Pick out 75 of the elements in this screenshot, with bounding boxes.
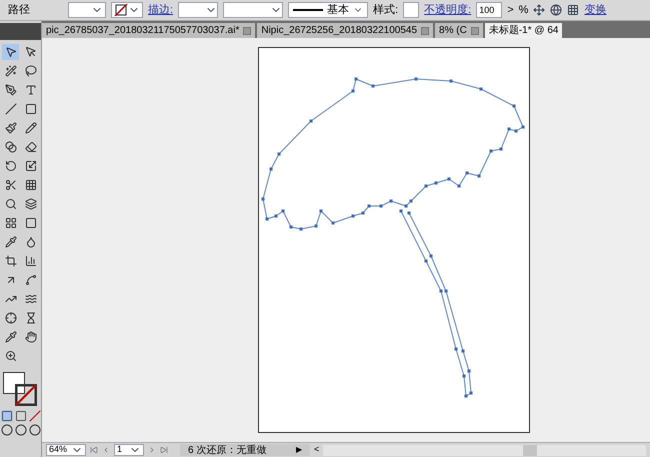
gradient-mode-icon[interactable] bbox=[14, 410, 26, 422]
status-menu-arrow[interactable]: ▶ bbox=[296, 444, 302, 456]
drop-icon bbox=[24, 236, 36, 248]
percent-label: % bbox=[518, 2, 528, 18]
draw-normal-icon[interactable] bbox=[0, 424, 12, 436]
fill-color-swatch[interactable] bbox=[2, 372, 24, 394]
style-field[interactable] bbox=[403, 2, 420, 18]
align-icon[interactable] bbox=[533, 4, 546, 16]
document-tab[interactable]: pic_26785037_20180321175057703037.ai* bbox=[42, 23, 256, 38]
no-stroke-icon bbox=[114, 4, 128, 16]
history-status-field[interactable]: 6 次还原：无重做 ▶ bbox=[180, 444, 310, 456]
stroke-weight-field[interactable] bbox=[178, 2, 218, 18]
selection-arrow-icon bbox=[4, 46, 16, 58]
zoom-icon bbox=[4, 350, 16, 362]
stroke-swatch[interactable] bbox=[111, 2, 143, 18]
previous-page-icon[interactable] bbox=[102, 446, 110, 454]
brush-icon bbox=[4, 122, 16, 134]
layers-icon bbox=[24, 198, 36, 210]
tab-label: pic_26785037_20180321175057703037.ai* bbox=[46, 24, 240, 38]
lasso-icon bbox=[24, 65, 36, 77]
brush-stroke-line-icon bbox=[293, 8, 324, 12]
hourglass-icon bbox=[24, 312, 36, 324]
line-icon bbox=[4, 103, 16, 115]
color-mode-icon[interactable] bbox=[0, 410, 12, 422]
object-type-label: 路径 bbox=[8, 2, 31, 18]
page-field[interactable]: 1 bbox=[114, 444, 144, 456]
tool-button[interactable] bbox=[2, 44, 19, 60]
opacity-link[interactable]: 不透明度: bbox=[424, 2, 472, 18]
crop-icon bbox=[4, 255, 16, 267]
grid-icon bbox=[4, 217, 16, 229]
wave-icon bbox=[24, 293, 36, 305]
opacity-field[interactable]: 100 bbox=[476, 2, 502, 18]
style-label: 样式: bbox=[373, 2, 398, 18]
zoom-field[interactable]: 64% bbox=[46, 444, 86, 456]
pen-icon bbox=[4, 84, 16, 96]
magnifier-icon bbox=[4, 198, 16, 210]
scissors-icon bbox=[4, 179, 16, 191]
variable-width-field[interactable] bbox=[223, 2, 284, 18]
zigzag-icon bbox=[4, 293, 16, 305]
eyedropper-icon bbox=[4, 236, 16, 248]
none-mode-icon[interactable] bbox=[28, 410, 40, 422]
pencil-icon bbox=[24, 122, 36, 134]
document-tab[interactable]: Nipic_26725256_20180322100545 bbox=[257, 23, 434, 38]
type-icon bbox=[24, 84, 36, 96]
brush-field[interactable]: 基本 bbox=[288, 2, 368, 18]
hand-icon bbox=[24, 331, 36, 343]
bar-chart-icon bbox=[24, 255, 36, 267]
tab-label: 8% (C bbox=[439, 24, 467, 38]
grid-icon[interactable] bbox=[567, 4, 580, 16]
stroke-link[interactable]: 描边: bbox=[148, 2, 174, 18]
history-status-text: 6 次还原：无重做 bbox=[188, 444, 266, 457]
dots-grid-icon bbox=[24, 179, 36, 191]
transform-link[interactable]: 变换 bbox=[584, 2, 606, 18]
opacity-arrow[interactable]: > bbox=[507, 2, 514, 18]
fill-swatch[interactable] bbox=[68, 2, 106, 18]
rectangle-icon bbox=[24, 103, 36, 115]
brush-label: 基本 bbox=[327, 2, 350, 18]
last-page-icon[interactable] bbox=[160, 446, 168, 454]
scale-icon bbox=[24, 160, 36, 172]
spline-icon bbox=[24, 274, 36, 286]
scroll-left-arrow[interactable]: < bbox=[314, 443, 320, 457]
crosshair-icon bbox=[4, 312, 16, 324]
first-page-icon[interactable] bbox=[90, 446, 98, 454]
tab-label: Nipic_26725256_20180322100545 bbox=[261, 24, 418, 38]
next-page-icon[interactable] bbox=[148, 446, 156, 454]
stroke-none-swatch[interactable] bbox=[14, 384, 36, 406]
draw-inside-icon[interactable] bbox=[28, 424, 40, 436]
eraser-icon bbox=[24, 141, 36, 153]
globe-icon[interactable] bbox=[550, 4, 562, 16]
document-tab[interactable]: 8% (C bbox=[435, 23, 483, 38]
magic-wand-icon bbox=[4, 65, 16, 77]
direct-select-arrow-icon bbox=[24, 46, 36, 58]
horizontal-scrollbar[interactable] bbox=[323, 444, 646, 456]
rotate-icon bbox=[4, 160, 16, 172]
draw-behind-icon[interactable] bbox=[14, 424, 26, 436]
